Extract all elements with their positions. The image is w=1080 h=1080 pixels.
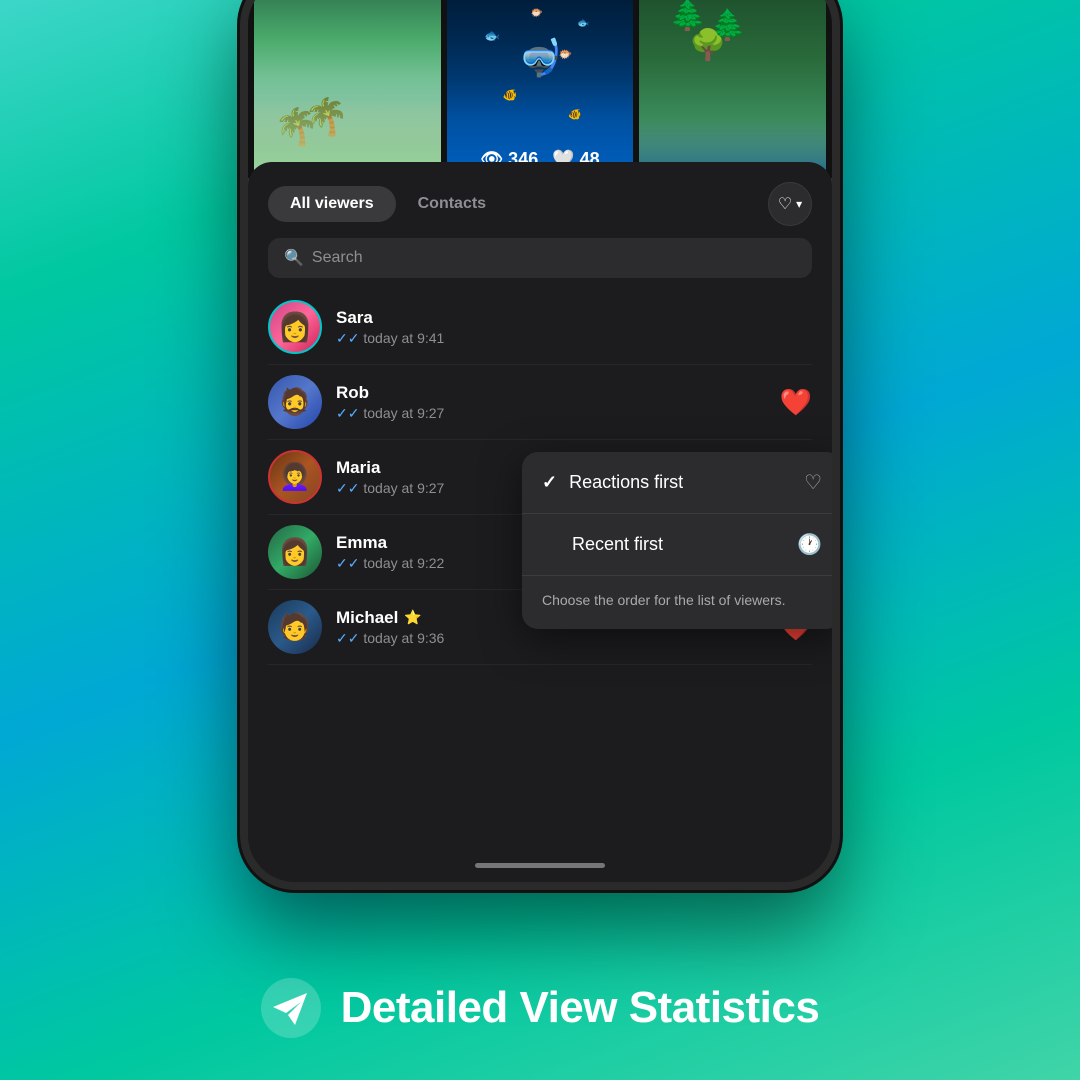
viewer-info-rob: Rob ✓✓ today at 9:27 [336, 383, 766, 422]
viewer-time-rob: ✓✓ today at 9:27 [336, 405, 766, 422]
recent-first-left: Recent first [542, 534, 663, 555]
avatar-rob [268, 375, 322, 429]
tabs-row: All viewers Contacts [268, 186, 758, 222]
viewer-name-sara: Sara [336, 308, 812, 328]
fish-6: 🐡 [531, 8, 543, 19]
sheet-header: All viewers Contacts ♡ ▾ [248, 162, 832, 238]
bottom-sheet: All viewers Contacts ♡ ▾ 🔍 Search [248, 162, 832, 882]
sort-dropdown: ✓ Reactions first ♡ Recent first 🕐 Choos… [522, 452, 840, 629]
bottom-text-section: Detailed View Statistics [0, 935, 1080, 1080]
fish-1: 🐟 [484, 28, 500, 44]
clock-icon-dropdown: 🕐 [797, 532, 822, 557]
avatar-sara [268, 300, 322, 354]
dropdown-item-recent-first[interactable]: Recent first 🕐 [522, 514, 840, 575]
heart-icon-dropdown: ♡ [804, 470, 822, 495]
chevron-down-icon: ▾ [796, 197, 802, 211]
viewer-info-sara: Sara ✓✓ today at 9:41 [336, 308, 812, 347]
heart-sort-icon: ♡ [778, 194, 792, 214]
dropdown-item-reactions-first[interactable]: ✓ Reactions first ♡ [522, 452, 840, 514]
avatar-michael [268, 600, 322, 654]
phone-container: 🌴 🌴 🐟 🐡 🐠 🐟 🐠 🐡 🤿 👁 346 [240, 0, 840, 890]
checkmarks-rob: ✓✓ [336, 405, 363, 421]
search-placeholder: Search [312, 249, 363, 267]
checkmarks-emma: ✓✓ [336, 555, 363, 571]
reaction-rob: ❤️ [780, 387, 812, 418]
viewer-time-sara: ✓✓ today at 9:41 [336, 330, 812, 347]
fish-5: 🐠 [568, 108, 582, 121]
recent-first-label: Recent first [572, 534, 663, 555]
reactions-first-label: Reactions first [569, 472, 683, 493]
diver-icon: 🤿 [518, 37, 563, 79]
search-bar[interactable]: 🔍 Search [268, 238, 812, 278]
bottom-title: Detailed View Statistics [341, 983, 820, 1033]
fish-4: 🐟 [577, 18, 589, 29]
checkmarks-sara: ✓✓ [336, 330, 363, 346]
tab-all-viewers[interactable]: All viewers [268, 186, 396, 222]
fish-3: 🐠 [503, 88, 518, 102]
story-images: 🌴 🌴 🐟 🐡 🐠 🐟 🐠 🐡 🤿 👁 346 [248, 0, 832, 178]
search-icon: 🔍 [284, 248, 304, 268]
checkmarks-maria: ✓✓ [336, 480, 363, 496]
avatar-emma [268, 525, 322, 579]
telegram-logo [261, 978, 321, 1038]
viewer-item-sara[interactable]: Sara ✓✓ today at 9:41 [268, 290, 812, 365]
viewer-time-michael: ✓✓ today at 9:36 [336, 630, 766, 647]
island-tree-3: 🌳 [689, 28, 726, 63]
story-ocean: 🐟 🐡 🐠 🐟 🐠 🐡 🤿 👁 346 🤍 48 [447, 0, 634, 178]
story-beach: 🌴 🌴 [254, 0, 441, 178]
reactions-first-left: ✓ Reactions first [542, 472, 683, 493]
viewer-item-rob[interactable]: Rob ✓✓ today at 9:27 ❤️ [268, 365, 812, 440]
home-indicator [475, 863, 605, 868]
sort-filter-button[interactable]: ♡ ▾ [768, 182, 812, 226]
story-island: 🌲 🌲 🌳 [639, 0, 826, 178]
checkmarks-michael: ✓✓ [336, 630, 363, 646]
viewer-name-rob: Rob [336, 383, 766, 403]
dropdown-info-text: Choose the order for the list of viewers… [522, 575, 840, 629]
tab-contacts[interactable]: Contacts [396, 186, 508, 222]
phone-frame: 🌴 🌴 🐟 🐡 🐠 🐟 🐠 🐡 🤿 👁 346 [240, 0, 840, 890]
avatar-maria [268, 450, 322, 504]
checkmark-reactions: ✓ [542, 472, 557, 493]
premium-star-michael: ⭐ [404, 609, 421, 626]
